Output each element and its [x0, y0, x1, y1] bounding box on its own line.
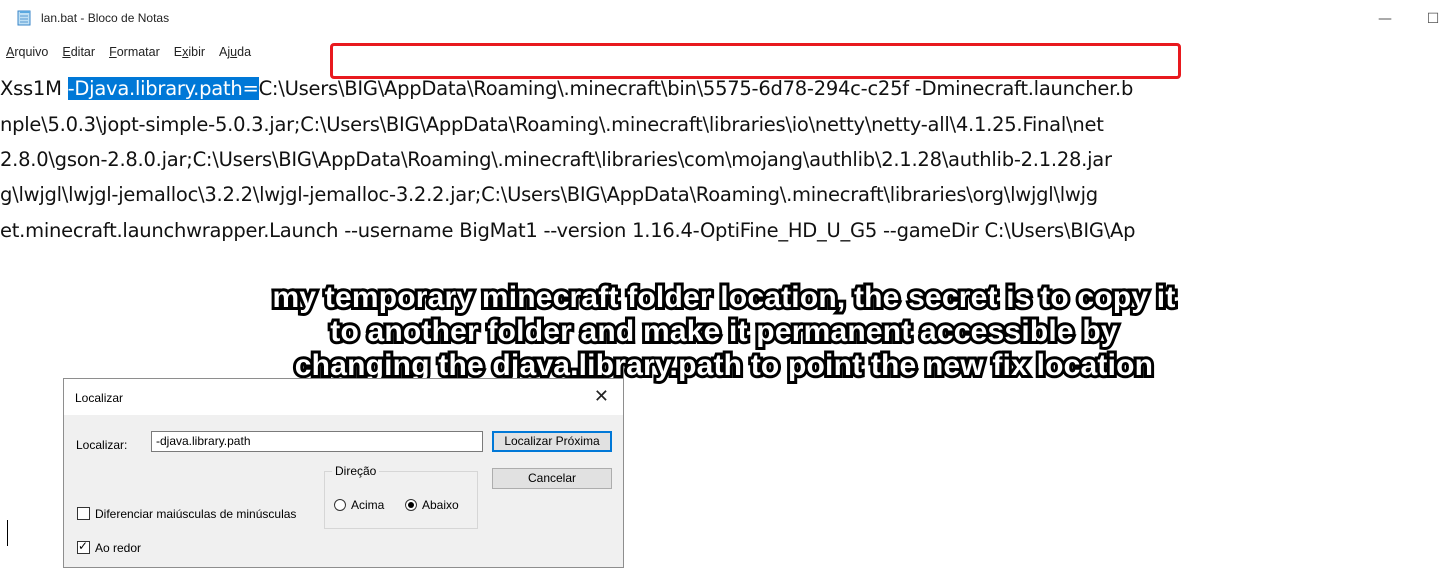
match-case-label: Diferenciar maiúsculas de minúsculas	[95, 507, 297, 521]
direction-group-title: Direção	[332, 464, 380, 478]
find-input[interactable]: -djava.library.path	[151, 431, 483, 452]
find-dialog-title: Localizar	[75, 391, 124, 405]
find-dialog-titlebar: Localizar ✕	[64, 379, 623, 415]
caption-line-1: my temporary minecraft folder location, …	[269, 278, 1178, 317]
close-icon[interactable]: ✕	[594, 386, 609, 407]
radio-down[interactable]	[405, 499, 417, 511]
wrap-around-checkbox[interactable]	[77, 539, 90, 554]
menu-editar[interactable]: Editar	[55, 41, 102, 63]
editor-line-5: et.minecraft.launchwrapper.Launch --user…	[0, 219, 1136, 242]
notepad-icon	[17, 10, 31, 26]
find-next-button[interactable]: Localizar Próxima	[492, 431, 612, 452]
library-path-text: C:\Users\BIG\AppData\Roaming\.minecraft\…	[258, 77, 910, 100]
selected-text: -Djava.library.path	[67, 77, 243, 100]
radio-up[interactable]	[334, 499, 346, 511]
maximize-icon: ☐	[1426, 11, 1440, 27]
title-bar: lan.bat - Bloco de Notas — ☐	[0, 0, 1456, 38]
menu-exibir[interactable]: Exibir	[167, 41, 212, 63]
menu-bar: Arquivo Editar Formatar Exibir Ajuda	[0, 41, 258, 63]
editor-line-1: Xss1M -Djava.library.path=C:\Users\BIG\A…	[0, 77, 1134, 100]
find-dialog: Localizar ✕ Localizar: -djava.library.pa…	[63, 378, 624, 568]
match-case-checkbox[interactable]	[77, 507, 90, 520]
radio-up-label: Acima	[351, 498, 385, 512]
text-caret	[7, 520, 8, 546]
caption-line-2: to another folder and make it permanent …	[327, 312, 1120, 351]
minimize-button[interactable]: —	[1362, 0, 1408, 38]
menu-arquivo[interactable]: Arquivo	[0, 41, 55, 63]
menu-ajuda[interactable]: Ajuda	[212, 41, 258, 63]
radio-down-label: Abaixo	[422, 498, 459, 512]
editor-line-3: 2.8.0\gson-2.8.0.jar;C:\Users\BIG\AppDat…	[0, 148, 1112, 171]
editor-line-2: nple\5.0.3\jopt-simple-5.0.3.jar;C:\User…	[0, 113, 1104, 136]
annotation-caption: my temporary minecraft folder location, …	[150, 278, 1298, 385]
menu-formatar[interactable]: Formatar	[102, 41, 167, 63]
cancel-button[interactable]: Cancelar	[492, 468, 612, 489]
window-title: lan.bat - Bloco de Notas	[41, 11, 170, 25]
editor-line-4: g\lwjgl\lwjgl-jemalloc\3.2.2\lwjgl-jemal…	[0, 183, 1098, 206]
minimize-icon: —	[1378, 11, 1392, 27]
find-label: Localizar:	[76, 438, 128, 452]
maximize-button[interactable]: ☐	[1410, 0, 1456, 38]
wrap-around-label: Ao redor	[95, 541, 142, 555]
